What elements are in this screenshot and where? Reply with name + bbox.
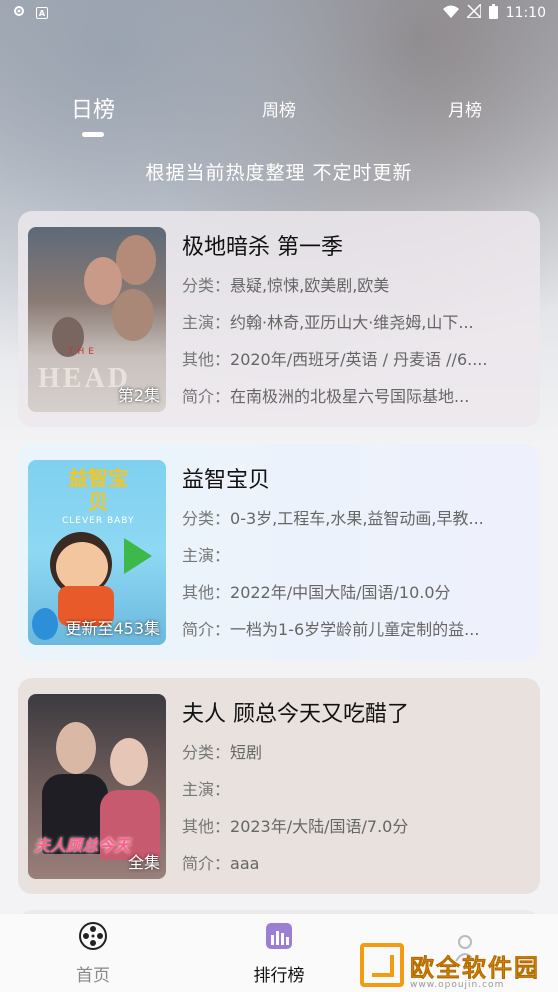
status-bar: A 11:10 (0, 0, 558, 26)
poster-small-text: CLEVER BABY (62, 516, 135, 526)
watermark-url: www.opoujin.com (410, 980, 505, 990)
tab-weekly-label: 周榜 (262, 101, 296, 121)
watermark-logo-icon (360, 943, 404, 987)
poster-title-text: 夫人顾总今天 (34, 836, 131, 855)
poster-small-text: THE (68, 347, 98, 357)
font-icon: A (36, 7, 48, 19)
poster-image: 夫人顾总今天 全集 (28, 694, 166, 879)
list-item[interactable]: THE HEAD 第2集 极地暗杀 第一季 分类：悬疑,惊悚,欧美剧,欧美 主演… (18, 211, 540, 427)
item-title: 夫人 顾总今天又吃醋了 (182, 702, 409, 727)
play-triangle-icon (124, 538, 152, 574)
item-intro: 简介：aaa (182, 854, 260, 873)
ranking-subtitle: 根据当前热度整理 不定时更新 (145, 162, 413, 184)
item-other: 其他：2023年/大陆/国语/7.0分 (182, 817, 409, 836)
item-info: 极地暗杀 第一季 分类：悬疑,惊悚,欧美剧,欧美 主演：约翰·林奇,亚历山大·维… (182, 227, 530, 411)
item-cast: 主演：约翰·林奇,亚历山大·维尧姆,山下... (182, 313, 474, 332)
item-intro: 简介：在南极洲的北极星六号国际基地... (182, 387, 470, 406)
poster-figure (112, 289, 154, 341)
settings-icon (12, 4, 26, 22)
item-category: 分类：0-3岁,工程车,水果,益智动画,早教... (182, 509, 484, 528)
poster-figure (110, 738, 148, 786)
item-intro: 简介：一档为1-6岁学龄前儿童定制的益... (182, 620, 480, 639)
clock-time: 11:10 (505, 5, 546, 21)
chart-icon (264, 921, 294, 955)
nav-ranking[interactable]: 排行榜 (186, 921, 372, 986)
item-cast: 主演： (182, 780, 231, 799)
item-category: 分类：悬疑,惊悚,欧美剧,欧美 (182, 276, 390, 295)
battery-icon (488, 3, 498, 23)
tab-monthly[interactable]: 月榜 (372, 86, 558, 121)
poster-figure (56, 542, 108, 592)
episode-badge: 全集 (127, 853, 160, 872)
no-signal-icon (464, 2, 482, 22)
item-title: 益智宝贝 (182, 468, 271, 493)
poster-figure (32, 608, 58, 640)
nav-home-label: 首页 (76, 965, 110, 986)
nav-ranking-label: 排行榜 (253, 965, 305, 986)
item-info: 益智宝贝 分类：0-3岁,工程车,水果,益智动画,早教... 主演： 其他：20… (182, 460, 530, 644)
tab-weekly[interactable]: 周榜 (186, 86, 372, 121)
poster-figure (56, 722, 96, 774)
item-info: 夫人 顾总今天又吃醋了 分类：短剧 主演： 其他：2023年/大陆/国语/7.0… (182, 694, 530, 878)
poster-figure (116, 235, 156, 285)
poster-image: 益智宝贝 CLEVER BABY 更新至453集 (28, 460, 166, 645)
tab-active-indicator (82, 132, 104, 137)
watermark-text: 欧全软件园 (410, 953, 540, 982)
episode-badge: 第2集 (117, 386, 160, 405)
tab-monthly-label: 月榜 (448, 101, 482, 121)
list-item[interactable]: 夫人顾总今天 全集 夫人 顾总今天又吃醋了 分类：短剧 主演： 其他：2023年… (18, 678, 540, 894)
item-title: 极地暗杀 第一季 (182, 235, 343, 260)
ranking-tabs: 日榜 周榜 月榜 (0, 86, 558, 146)
list-item[interactable]: 益智宝贝 CLEVER BABY 更新至453集 益智宝贝 分类：0-3岁,工程… (18, 444, 540, 660)
wifi-icon (442, 5, 459, 22)
film-reel-icon (78, 921, 108, 955)
item-other: 其他：2022年/中国大陆/国语/10.0分 (182, 583, 451, 602)
tab-daily-label: 日榜 (70, 98, 115, 123)
item-other: 其他：2020年/西班牙/英语 / 丹麦语 //6.... (182, 350, 488, 369)
item-cast: 主演： (182, 546, 231, 565)
poster-title-text: 益智宝贝 (68, 466, 128, 514)
item-category: 分类：短剧 (182, 743, 263, 762)
episode-badge: 更新至453集 (65, 619, 160, 638)
nav-home[interactable]: 首页 (0, 921, 186, 986)
poster-image: THE HEAD 第2集 (28, 227, 166, 412)
tab-daily[interactable]: 日榜 (0, 86, 186, 137)
